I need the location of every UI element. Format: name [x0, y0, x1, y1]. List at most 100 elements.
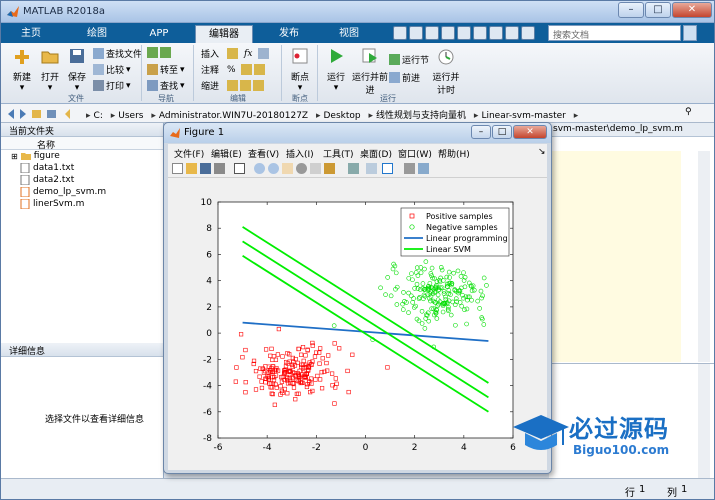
qa-help-icon[interactable]: [505, 26, 519, 40]
close-button[interactable]: ✕: [672, 2, 712, 18]
menu-tools[interactable]: 工具(T): [323, 147, 354, 160]
insert-button[interactable]: 插入 fx: [201, 47, 270, 60]
find-button[interactable]: 查找 ▾: [147, 79, 185, 92]
nav-buttons-icon[interactable]: [7, 108, 77, 120]
quick-access-toolbar: [393, 26, 535, 40]
tab-home[interactable]: 主页: [9, 25, 53, 43]
qa-cut-icon[interactable]: [409, 26, 423, 40]
indent-button[interactable]: 缩进: [201, 79, 265, 92]
qa-undo-icon[interactable]: [457, 26, 471, 40]
menu-file[interactable]: 文件(F): [174, 147, 204, 160]
new-button[interactable]: 新建 ▾: [7, 47, 37, 93]
comment-button[interactable]: 注释%: [201, 63, 265, 76]
save-button[interactable]: 保存 ▾: [62, 47, 92, 93]
save-figure-icon[interactable]: [200, 163, 211, 174]
list-item[interactable]: data2.txt: [1, 174, 163, 186]
figure-close-button[interactable]: ✕: [513, 125, 547, 139]
tab-editor[interactable]: 编辑器: [195, 25, 253, 43]
tab-apps[interactable]: APP: [137, 25, 181, 43]
name-column-header[interactable]: 名称: [1, 137, 163, 151]
data-cursor-icon[interactable]: [310, 163, 321, 174]
zoom-in-icon[interactable]: [254, 163, 265, 174]
increase-indent-icon[interactable]: [240, 80, 252, 91]
tab-view[interactable]: 视图: [327, 25, 371, 43]
link-plot-icon[interactable]: [348, 163, 359, 174]
insert-legend-icon[interactable]: [382, 163, 393, 174]
run-and-advance-button[interactable]: 运行并前进: [352, 47, 388, 96]
expand-icon[interactable]: ⊞: [11, 152, 18, 161]
menu-insert[interactable]: 插入(I): [286, 147, 314, 160]
list-item[interactable]: linerSvm.m: [1, 198, 163, 210]
menu-desktop[interactable]: 桌面(D): [360, 147, 392, 160]
compare-button[interactable]: 比较 ▾: [93, 63, 131, 76]
qa-copy-icon[interactable]: [425, 26, 439, 40]
list-item[interactable]: demo_lp_svm.m: [1, 186, 163, 198]
menu-edit[interactable]: 编辑(E): [211, 147, 242, 160]
menu-window[interactable]: 窗口(W): [398, 147, 432, 160]
rotate-icon[interactable]: [296, 163, 307, 174]
run-button[interactable]: 运行 ▾: [321, 47, 351, 93]
breadcrumb-item[interactable]: Users: [118, 111, 143, 121]
scatter-plot[interactable]: -6 -4 -2 0 2 4 6-8-6-4-20246810Positive sample…: [168, 178, 547, 470]
function-dropdown-icon[interactable]: [258, 48, 270, 59]
file-name: linerSvm.m: [33, 199, 85, 209]
zoom-out-icon[interactable]: [268, 163, 279, 174]
maximize-button[interactable]: □: [645, 2, 671, 18]
menu-view[interactable]: 查看(V): [248, 147, 279, 160]
nav-back-forward[interactable]: [147, 47, 171, 58]
qa-switch-icon[interactable]: [489, 26, 503, 40]
minimize-button[interactable]: –: [618, 2, 644, 18]
editor-tab[interactable]: svm-master\demo_lp_svm.m: [549, 123, 714, 137]
run-and-time-button[interactable]: 运行并计时: [429, 47, 463, 96]
advance-button[interactable]: 前进: [389, 71, 420, 84]
breadcrumb-item[interactable]: C:: [94, 111, 103, 121]
figure-maximize-button[interactable]: □: [492, 125, 512, 139]
editor-text-area[interactable]: [549, 151, 681, 362]
breadcrumb-item[interactable]: Linear-svm-master: [481, 111, 565, 121]
search-icon[interactable]: [683, 25, 697, 41]
qa-dropdown-icon[interactable]: [521, 26, 535, 40]
list-item[interactable]: ⊞ figure: [1, 150, 163, 162]
print-button[interactable]: 打印 ▾: [93, 79, 131, 92]
breakpoints-button[interactable]: 断点 ▾: [285, 47, 315, 93]
percent-icon[interactable]: %: [227, 65, 236, 75]
open-file-icon[interactable]: [186, 163, 197, 174]
comment-icon[interactable]: [240, 64, 252, 75]
breakpoints-label: 断点: [290, 73, 309, 83]
brush-icon[interactable]: [324, 163, 335, 174]
qa-redo-icon[interactable]: [473, 26, 487, 40]
menu-dock-icon[interactable]: ↘: [538, 147, 546, 157]
list-item[interactable]: data1.txt: [1, 162, 163, 174]
breadcrumb-item[interactable]: Desktop: [324, 111, 361, 121]
qa-save-icon[interactable]: [393, 26, 407, 40]
search-documentation-input[interactable]: 搜索文档: [548, 25, 681, 41]
edit-plot-icon[interactable]: [234, 163, 245, 174]
qa-paste-icon[interactable]: [441, 26, 455, 40]
decrease-indent-icon[interactable]: [253, 80, 265, 91]
new-label: 新建: [12, 73, 31, 83]
show-plot-tools-icon[interactable]: [418, 163, 429, 174]
smart-indent-icon[interactable]: [227, 80, 239, 91]
hide-plot-tools-icon[interactable]: [404, 163, 415, 174]
breadcrumb[interactable]: ▸ C: ▸ Users ▸ Administrator.WIN7U-20180127…: [83, 108, 581, 121]
path-search-icon[interactable]: ⚲: [685, 107, 692, 117]
find-files-button[interactable]: 查找文件: [93, 47, 142, 60]
goto-label: 转至: [160, 66, 179, 76]
breadcrumb-item[interactable]: 线性规划与支持向量机: [376, 111, 466, 121]
print-figure-icon[interactable]: [214, 163, 225, 174]
separator: [141, 45, 142, 101]
run-section-button[interactable]: 运行节: [389, 53, 429, 66]
menu-help[interactable]: 帮助(H): [438, 147, 470, 160]
figure-minimize-button[interactable]: –: [471, 125, 491, 139]
uncomment-icon[interactable]: [253, 64, 265, 75]
tab-publish[interactable]: 发布: [267, 25, 311, 43]
insert-colorbar-icon[interactable]: [366, 163, 377, 174]
new-figure-icon[interactable]: [172, 163, 183, 174]
editor-scrollbar[interactable]: [698, 151, 710, 362]
goto-button[interactable]: 转至 ▾: [147, 63, 185, 76]
fx-icon[interactable]: fx: [244, 49, 252, 59]
tab-plots[interactable]: 绘图: [75, 25, 119, 43]
pan-icon[interactable]: [282, 163, 293, 174]
open-button[interactable]: 打开 ▾: [35, 47, 65, 93]
breadcrumb-item[interactable]: Administrator.WIN7U-20180127Z: [159, 111, 308, 121]
